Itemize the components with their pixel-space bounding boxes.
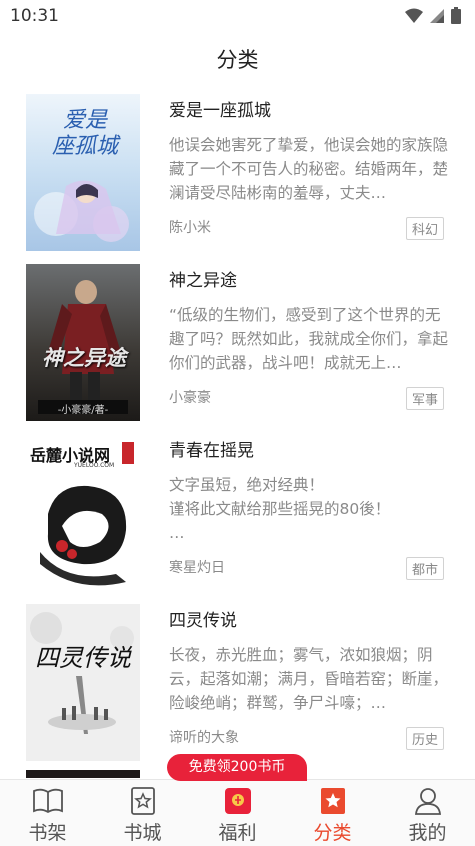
book-description: 长夜，赤光胜血；雾气，浓如狼烟；阴云，起落如潮；满月，昏暗若窑；断崖，险峻绝峭；… xyxy=(169,646,449,712)
wifi-icon xyxy=(405,8,423,23)
book-list[interactable]: 爱是 座孤城 爱是一座孤城 他误会她害死了挚爱，他误会她的家族隐藏了一个不可告人… xyxy=(0,88,475,778)
book-title[interactable]: 神之异途 xyxy=(169,266,237,291)
cover-url-text: YUELOO.COM xyxy=(74,462,115,469)
tab-bookshelf[interactable]: 书架 xyxy=(0,780,95,846)
book-item[interactable]: 岳麓小说网 YUELOO.COM 青春在摇晃 文字虽短，绝对经典！ 谨将此文献给… xyxy=(0,428,475,598)
book-author: 谛听的大象 xyxy=(169,730,239,746)
bookmark-star-icon xyxy=(126,786,160,816)
battery-icon xyxy=(451,7,461,24)
tab-label: 分类 xyxy=(313,822,352,844)
book-cover[interactable]: 岳麓小说网 YUELOO.COM xyxy=(26,434,140,591)
tab-label: 福利 xyxy=(218,822,257,844)
book-title[interactable]: 四灵传说 xyxy=(169,606,237,631)
tab-profile[interactable]: 我的 xyxy=(380,780,475,846)
book-item[interactable]: 四灵传说 四灵传说 长夜，赤光胜血；雾气，浓如狼烟；阴云，起落如潮；满月，昏暗若… xyxy=(0,598,475,768)
book-tag: 都市 xyxy=(405,557,444,580)
tab-label: 书城 xyxy=(123,822,162,844)
cover-title-text: 爱是 座孤城 xyxy=(51,108,118,159)
page-title: 分类 xyxy=(216,48,259,72)
book-tag: 科幻 xyxy=(405,217,444,240)
user-icon xyxy=(411,786,445,816)
book-item[interactable]: 神之异途 -小豪豪/著- 神之异途 “低级的生物们，感受到了这个世界的无趣了吗？… xyxy=(0,258,475,428)
tab-bookstore[interactable]: 书城 xyxy=(95,780,190,846)
book-tag: 军事 xyxy=(405,387,444,410)
promo-button[interactable]: 免费领200书币 xyxy=(167,754,307,781)
book-item[interactable]: 爱是 座孤城 爱是一座孤城 他误会她害死了挚爱，他误会她的家族隐藏了一个不可告人… xyxy=(0,88,475,258)
book-tag: 历史 xyxy=(405,727,444,750)
category-star-icon xyxy=(316,786,350,816)
tab-label: 我的 xyxy=(408,822,447,844)
book-author: 小豪豪 xyxy=(169,390,211,406)
status-icons xyxy=(405,7,461,24)
tab-category[interactable]: 分类 xyxy=(285,780,380,846)
status-time: 10:31 xyxy=(10,6,59,26)
book-description: 文字虽短，绝对经典！ 谨将此文献给那些摇晃的80後！ … xyxy=(169,476,391,542)
book-author: 寒星灼日 xyxy=(169,560,225,576)
book-open-icon xyxy=(31,786,65,816)
book-description: “低级的生物们，感受到了这个世界的无趣了吗？既然如此，我就成全你们，拿起你们的武… xyxy=(169,306,449,372)
book-title[interactable]: 爱是一座孤城 xyxy=(169,96,271,121)
book-cover-partial[interactable] xyxy=(26,770,140,778)
tab-welfare[interactable]: 福利 xyxy=(190,780,285,846)
bottom-tab-bar: 书架 书城 福利 分类 我的 xyxy=(0,779,475,846)
cover-author-text: -小豪豪/著- xyxy=(57,405,109,416)
cover-title-text: 四灵传说 xyxy=(35,644,131,672)
book-author: 陈小米 xyxy=(169,220,211,236)
tab-label: 书架 xyxy=(28,822,67,844)
book-cover[interactable]: 神之异途 -小豪豪/著- xyxy=(26,264,140,421)
cover-title-text: 神之异途 xyxy=(42,345,126,370)
book-cover[interactable]: 四灵传说 xyxy=(26,604,140,761)
gift-icon xyxy=(221,786,255,816)
book-cover[interactable]: 爱是 座孤城 xyxy=(26,94,140,251)
book-title[interactable]: 青春在摇晃 xyxy=(169,436,254,461)
cover-image xyxy=(26,604,140,761)
status-bar: 10:31 xyxy=(0,0,475,32)
book-description: 他误会她害死了挚爱，他误会她的家族隐藏了一个不可告人的秘密。结婚两年，楚澜请受尽… xyxy=(169,136,449,202)
cellular-signal-icon xyxy=(430,8,444,23)
